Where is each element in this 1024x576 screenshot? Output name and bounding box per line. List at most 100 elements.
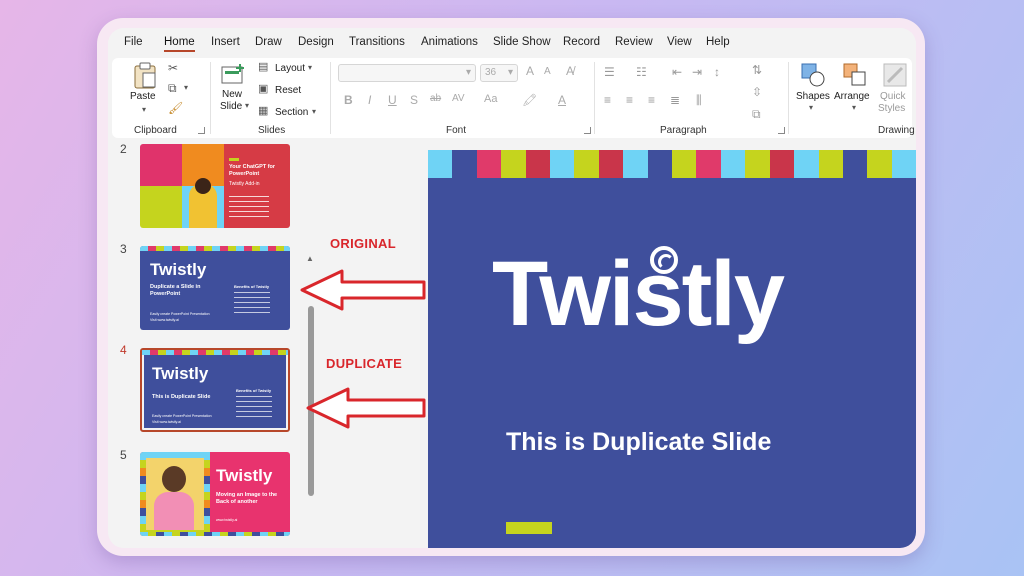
slide-thumbnail-5[interactable]: Twistly Moving an Image to the Back of a… <box>140 452 290 536</box>
dialog-launcher-icon[interactable] <box>778 127 785 134</box>
align-text-icon[interactable]: ⇳ <box>752 86 762 98</box>
slide-canvas[interactable]: Twistly This is Duplicate Slide <box>428 150 916 548</box>
new-slide-label[interactable]: New <box>222 89 242 100</box>
chevron-down-icon[interactable]: ▾ <box>809 104 813 112</box>
color-strip <box>428 150 916 178</box>
chevron-down-icon[interactable]: ▾ <box>852 104 856 112</box>
tab-draw[interactable]: Draw <box>255 36 282 48</box>
new-slide-label-2[interactable]: Slide <box>220 101 242 112</box>
font-size-dropdown[interactable]: 36 ▾ <box>480 64 518 82</box>
layout-button[interactable]: Layout <box>275 63 305 74</box>
tab-transitions[interactable]: Transitions <box>349 36 405 48</box>
thumb-title: Moving an Image to the Back of another <box>216 492 278 505</box>
change-case-button[interactable]: Aa <box>484 94 497 105</box>
strip-block <box>794 150 819 178</box>
paragraph-group-label: Paragraph <box>660 125 707 136</box>
thumb-logo: Twistly <box>150 260 207 279</box>
reset-button[interactable]: Reset <box>275 85 301 96</box>
quick-styles-icon[interactable] <box>882 62 908 88</box>
align-center-icon[interactable]: ≡ <box>626 94 633 106</box>
chevron-down-icon[interactable]: ▾ <box>312 108 316 116</box>
strip-block <box>672 150 697 178</box>
smartart-icon[interactable]: ⧉ <box>752 108 761 120</box>
arrange-icon[interactable] <box>842 62 868 88</box>
tab-slide-show[interactable]: Slide Show <box>493 36 551 48</box>
numbering-icon[interactable]: ☷ <box>636 66 647 78</box>
arrange-button[interactable]: Arrange <box>834 91 870 102</box>
arrow-left-icon <box>300 269 426 311</box>
original-label: ORIGINAL <box>330 236 396 251</box>
text-direction-icon[interactable]: ⇅ <box>752 64 762 76</box>
chevron-down-icon: ▾ <box>507 67 513 78</box>
shadow-button[interactable]: S <box>410 94 418 106</box>
bullets-icon[interactable]: ☰ <box>604 66 615 78</box>
font-color-icon[interactable]: A <box>558 94 566 106</box>
strip-block <box>550 150 575 178</box>
slide-thumbnail-2[interactable]: Your ChatGPT for PowerPoint Twistly Add-… <box>140 144 290 228</box>
tab-help[interactable]: Help <box>706 36 730 48</box>
font-name-dropdown[interactable]: ▾ <box>338 64 476 82</box>
thumb-title: Your ChatGPT for PowerPoint <box>229 164 276 177</box>
chevron-down-icon[interactable]: ▾ <box>184 84 188 92</box>
paste-icon[interactable] <box>132 62 158 90</box>
italic-button[interactable]: I <box>368 94 371 106</box>
divider <box>594 62 595 134</box>
grow-font-icon[interactable]: A <box>526 65 534 77</box>
slide-thumbnail-4[interactable]: Twistly This is Duplicate Slide Easily c… <box>140 348 290 432</box>
shrink-font-icon[interactable]: A <box>544 67 551 77</box>
slide-logo-text[interactable]: Twistly <box>492 242 785 347</box>
slide-thumbnail-3[interactable]: Twistly Duplicate a Slide in PowerPoint … <box>140 246 290 330</box>
strikethrough-button[interactable]: ab <box>430 94 441 104</box>
divider <box>210 62 211 134</box>
ribbon: Paste ▾ ✂ ⧉ ▾ 🖌 Clipboard New Slide ▾ ▤ … <box>112 58 915 138</box>
strip-block <box>867 150 892 178</box>
chevron-down-icon[interactable]: ▾ <box>245 102 249 110</box>
dialog-launcher-icon[interactable] <box>198 127 205 134</box>
slide-subtitle[interactable]: This is Duplicate Slide <box>506 428 771 457</box>
thumb-side-title: Benefits of Twistly <box>236 388 272 393</box>
paste-button[interactable]: Paste <box>130 91 156 102</box>
line-spacing-icon[interactable]: ↕ <box>714 66 720 78</box>
underline-button[interactable]: U <box>388 94 397 106</box>
tab-file[interactable]: File <box>124 36 143 48</box>
section-button[interactable]: Section <box>275 107 308 118</box>
quick-styles-label-2[interactable]: Styles <box>878 103 905 114</box>
character-spacing-button[interactable]: AV <box>452 94 465 104</box>
copy-icon[interactable]: ⧉ <box>168 82 177 94</box>
chevron-down-icon[interactable]: ▾ <box>308 64 312 72</box>
strip-block <box>476 150 502 178</box>
bold-button[interactable]: B <box>344 94 353 106</box>
shapes-button[interactable]: Shapes <box>796 91 830 102</box>
section-icon[interactable]: ▦ <box>258 106 268 117</box>
new-slide-icon[interactable] <box>220 62 246 86</box>
tab-home[interactable]: Home <box>164 36 195 52</box>
dialog-launcher-icon[interactable] <box>584 127 591 134</box>
tab-record[interactable]: Record <box>563 36 600 48</box>
divider <box>788 62 789 134</box>
format-painter-icon[interactable]: 🖌 <box>168 102 183 114</box>
strip-block <box>696 150 721 178</box>
align-right-icon[interactable]: ≡ <box>648 94 655 106</box>
justify-icon[interactable]: ≣ <box>670 94 680 106</box>
highlight-icon[interactable]: 🖍 <box>522 94 537 106</box>
strip-block <box>452 150 477 178</box>
tab-animations[interactable]: Animations <box>421 36 478 48</box>
slide-number: 5 <box>120 448 127 462</box>
clear-formatting-icon[interactable]: A̸ <box>566 65 574 77</box>
tab-view[interactable]: View <box>667 36 692 48</box>
chevron-down-icon[interactable]: ▾ <box>142 106 146 114</box>
scroll-up-icon[interactable]: ▲ <box>306 254 314 263</box>
shapes-icon[interactable] <box>800 62 826 88</box>
decrease-indent-icon[interactable]: ⇤ <box>672 66 682 78</box>
columns-icon[interactable]: ⫼ <box>696 94 702 106</box>
tab-design[interactable]: Design <box>298 36 334 48</box>
quick-styles-label[interactable]: Quick <box>880 91 906 102</box>
tab-review[interactable]: Review <box>615 36 653 48</box>
cut-icon[interactable]: ✂ <box>168 62 178 74</box>
tab-insert[interactable]: Insert <box>211 36 240 48</box>
align-left-icon[interactable]: ≡ <box>604 94 611 106</box>
increase-indent-icon[interactable]: ⇥ <box>692 66 702 78</box>
thumb-side-title: Benefits of Twistly <box>234 284 270 289</box>
reset-icon[interactable]: ▣ <box>258 84 268 95</box>
layout-icon[interactable]: ▤ <box>258 62 268 73</box>
